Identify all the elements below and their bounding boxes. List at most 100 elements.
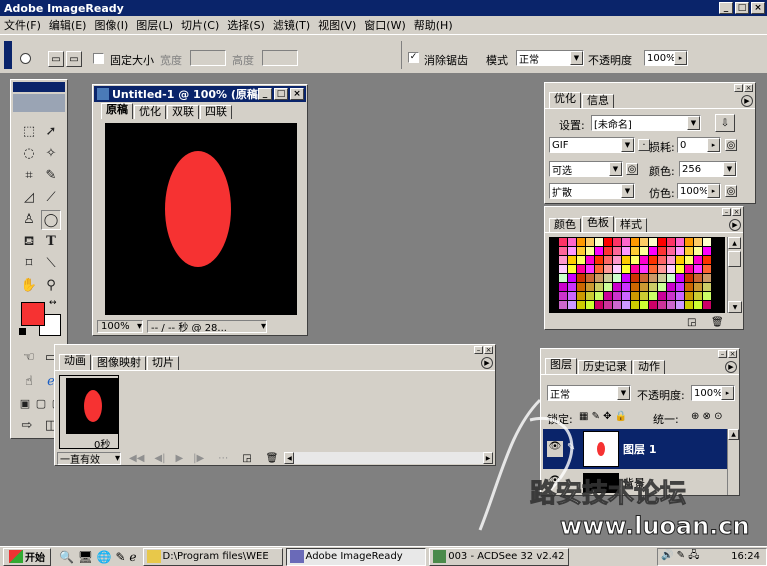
tab-actions[interactable]: 动作 bbox=[633, 360, 665, 374]
swatch[interactable] bbox=[649, 247, 657, 255]
swatch[interactable] bbox=[649, 256, 657, 264]
swatch[interactable] bbox=[658, 292, 666, 300]
zoom-tool-icon[interactable]: ⚲ bbox=[41, 276, 61, 296]
jump-to-photoshop-icon[interactable]: ⇨ bbox=[17, 416, 37, 436]
height-input[interactable] bbox=[262, 50, 298, 66]
swatch[interactable] bbox=[658, 283, 666, 291]
swatch[interactable] bbox=[640, 265, 648, 273]
swatch[interactable] bbox=[595, 247, 603, 255]
swatch[interactable] bbox=[559, 283, 567, 291]
trash-icon[interactable]: 🗑 bbox=[711, 317, 724, 328]
tween-icon[interactable]: ⋯ bbox=[218, 453, 228, 464]
swatch[interactable] bbox=[640, 247, 648, 255]
dither-mask-icon[interactable]: ◎ bbox=[725, 185, 737, 197]
tab-image-map[interactable]: 图像映射 bbox=[92, 356, 146, 370]
swatch[interactable] bbox=[613, 283, 621, 291]
swatch[interactable] bbox=[703, 274, 711, 282]
swatch[interactable] bbox=[703, 256, 711, 264]
tab-2up[interactable]: 双联 bbox=[167, 105, 199, 119]
swatch[interactable] bbox=[667, 247, 675, 255]
swatch[interactable] bbox=[667, 292, 675, 300]
swatch[interactable] bbox=[604, 301, 612, 309]
task-imageready[interactable]: Adobe ImageReady bbox=[285, 547, 426, 566]
swatch[interactable] bbox=[631, 274, 639, 282]
layer-opacity-input[interactable]: 100% ▸ bbox=[691, 385, 735, 401]
optimize-menu-icon[interactable]: ▶ bbox=[741, 95, 753, 107]
swatch[interactable] bbox=[604, 274, 612, 282]
swatch[interactable] bbox=[577, 283, 585, 291]
swatch[interactable] bbox=[595, 265, 603, 273]
swatch[interactable] bbox=[604, 256, 612, 264]
tab-history[interactable]: 历史记录 bbox=[578, 360, 632, 374]
swatch[interactable] bbox=[550, 238, 558, 246]
optimize-to-file-icon[interactable]: ⇩ bbox=[715, 114, 735, 132]
swatch[interactable] bbox=[577, 301, 585, 309]
swatch[interactable] bbox=[568, 292, 576, 300]
menu-window[interactable]: 窗口(W) bbox=[360, 17, 409, 33]
hand-tool-icon[interactable]: ✋ bbox=[19, 276, 39, 296]
swatch[interactable] bbox=[631, 265, 639, 273]
swatch[interactable] bbox=[676, 256, 684, 264]
swatch[interactable] bbox=[685, 238, 693, 246]
task-folder[interactable]: D:\Program files\WEE bbox=[142, 547, 283, 566]
swatch[interactable] bbox=[559, 256, 567, 264]
next-frame-icon[interactable]: |▶ bbox=[193, 453, 204, 464]
magic-wand-icon[interactable]: ✧ bbox=[41, 144, 61, 164]
type-tool-icon[interactable]: T bbox=[41, 232, 61, 252]
swatch[interactable] bbox=[667, 265, 675, 273]
tab-optimized[interactable]: 优化 bbox=[134, 105, 166, 119]
palette-option-icon[interactable]: ◎ bbox=[626, 163, 638, 175]
add-selection-icon[interactable]: ▭ bbox=[66, 51, 82, 67]
swatch[interactable] bbox=[658, 256, 666, 264]
tab-animation[interactable]: 动画 bbox=[59, 354, 91, 370]
swatch[interactable] bbox=[676, 265, 684, 273]
lasso-tool-icon[interactable]: ◌ bbox=[19, 144, 39, 164]
swatch[interactable] bbox=[577, 247, 585, 255]
scroll-right-icon[interactable]: ▶ bbox=[483, 452, 493, 464]
swatches-menu-icon[interactable]: ▶ bbox=[729, 219, 741, 231]
marquee-tool-icon[interactable]: ⬚ bbox=[19, 122, 39, 142]
swatch[interactable] bbox=[550, 274, 558, 282]
menu-view[interactable]: 视图(V) bbox=[314, 17, 360, 33]
swatch[interactable] bbox=[559, 301, 567, 309]
swatch[interactable] bbox=[685, 301, 693, 309]
swatch[interactable] bbox=[694, 247, 702, 255]
swatch[interactable] bbox=[640, 238, 648, 246]
tab-info[interactable]: 信息 bbox=[582, 94, 614, 108]
swatch[interactable] bbox=[712, 238, 720, 246]
swatches-scrollbar[interactable]: ▲ ▼ bbox=[727, 237, 742, 313]
swatch[interactable] bbox=[676, 238, 684, 246]
swatch[interactable] bbox=[658, 265, 666, 273]
play-icon[interactable]: ▶ bbox=[175, 453, 183, 464]
default-colors-icon[interactable] bbox=[19, 328, 26, 335]
swatch[interactable] bbox=[595, 283, 603, 291]
swatch[interactable] bbox=[712, 256, 720, 264]
swatch[interactable] bbox=[685, 283, 693, 291]
swatch[interactable] bbox=[550, 256, 558, 264]
swatch[interactable] bbox=[622, 247, 630, 255]
swatch[interactable] bbox=[586, 301, 594, 309]
swatch[interactable] bbox=[622, 283, 630, 291]
swatch[interactable] bbox=[640, 283, 648, 291]
rollover-preview-icon[interactable]: ☝ bbox=[19, 372, 39, 392]
colors-select[interactable]: 256 ▼ bbox=[679, 161, 737, 177]
pencil-tool-icon[interactable]: ⟋ bbox=[41, 188, 61, 208]
swatch[interactable] bbox=[550, 283, 558, 291]
tab-optimize[interactable]: 优化 bbox=[549, 92, 581, 108]
swatch[interactable] bbox=[712, 283, 720, 291]
swatch[interactable] bbox=[613, 292, 621, 300]
fixed-size-checkbox[interactable] bbox=[93, 53, 104, 64]
swatch-grid[interactable] bbox=[549, 237, 725, 313]
swatch[interactable] bbox=[658, 238, 666, 246]
start-button[interactable]: 开始 bbox=[3, 547, 51, 566]
antialias-checkbox[interactable]: ✓ bbox=[408, 52, 419, 63]
swatch[interactable] bbox=[577, 292, 585, 300]
swatch[interactable] bbox=[712, 301, 720, 309]
swatch[interactable] bbox=[703, 265, 711, 273]
quicklaunch-icons[interactable]: 🔍 🖥 🌐 ✎ ℯ bbox=[59, 550, 137, 564]
zoom-select[interactable]: 100% ▾ bbox=[97, 319, 143, 333]
swatch[interactable] bbox=[649, 283, 657, 291]
swatch[interactable] bbox=[667, 274, 675, 282]
swatch[interactable] bbox=[559, 292, 567, 300]
swatch[interactable] bbox=[595, 238, 603, 246]
